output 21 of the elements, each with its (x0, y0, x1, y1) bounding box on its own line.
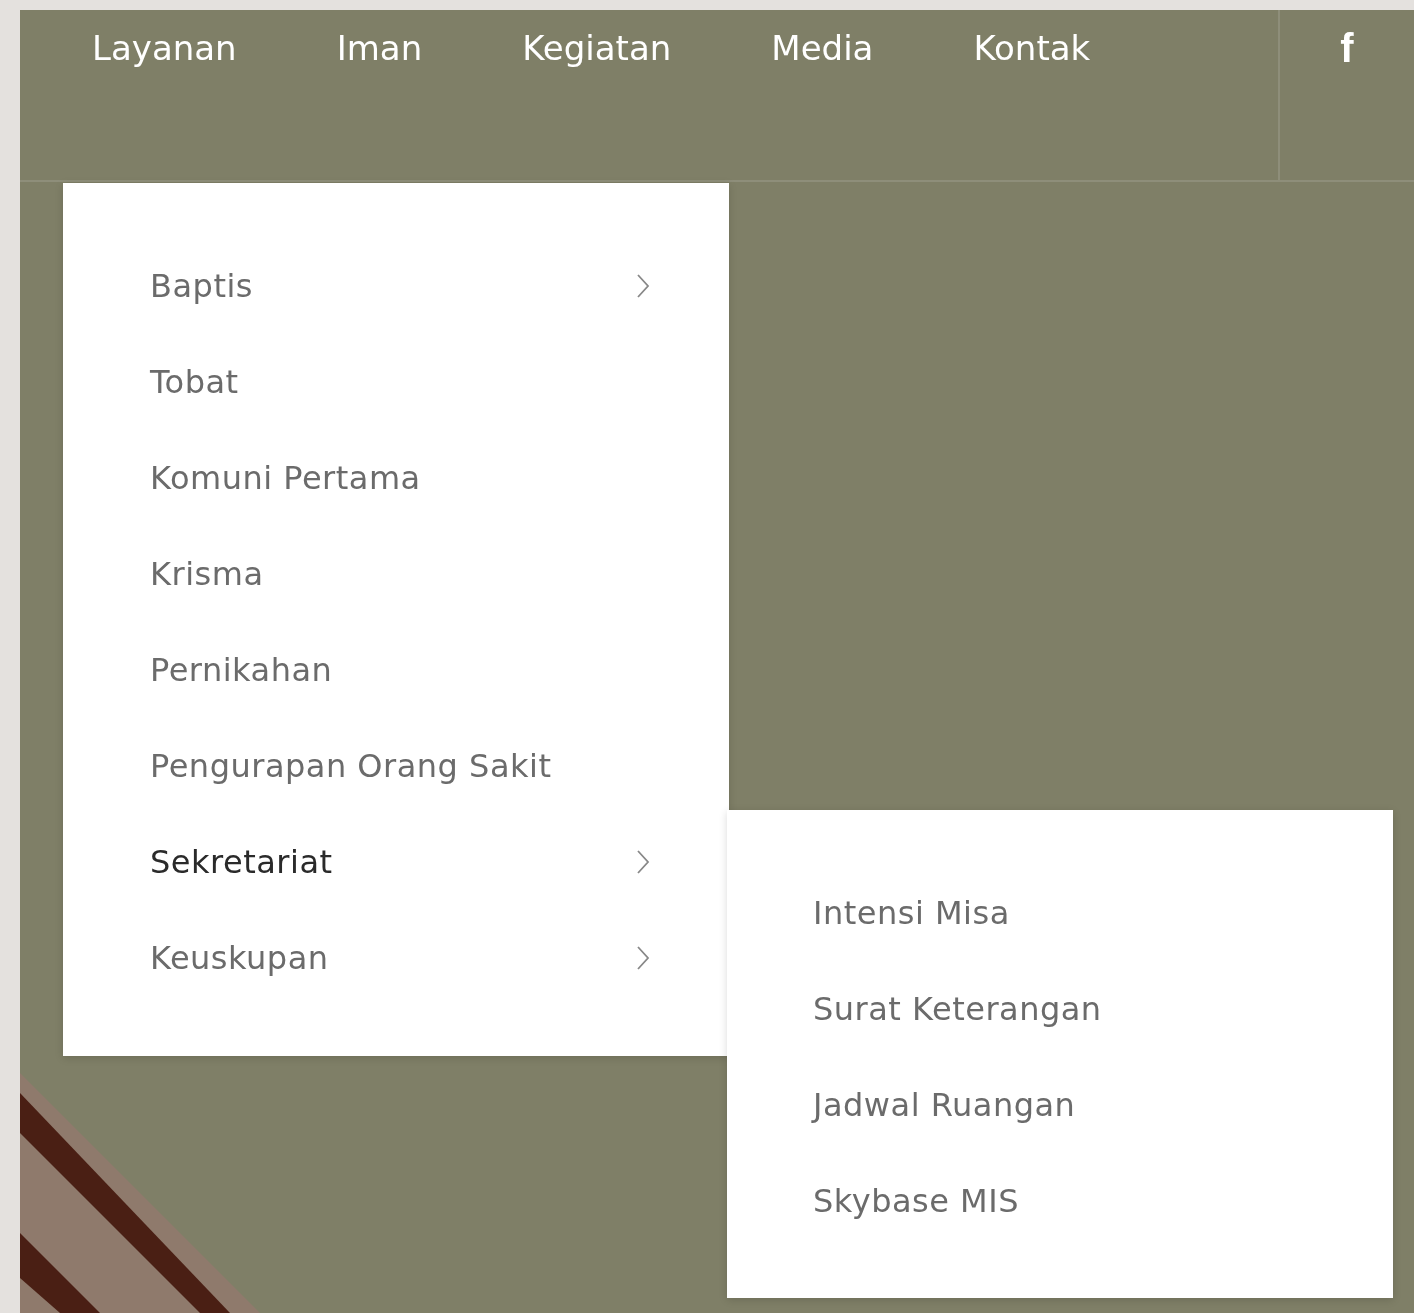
chevron-right-icon (636, 849, 650, 875)
menu-item[interactable]: Surat Keterangan (813, 961, 1313, 1057)
chevron-right-icon (636, 945, 650, 971)
nav-link[interactable]: Kegiatan (522, 28, 672, 68)
menu-item[interactable]: Pernikahan (150, 622, 650, 718)
menu-item[interactable]: Keuskupan (150, 910, 650, 1006)
menu-item[interactable]: Jadwal Ruangan (813, 1057, 1313, 1153)
facebook-icon[interactable]: f (1340, 26, 1354, 180)
menu-item[interactable]: Pengurapan Orang Sakit (150, 718, 650, 814)
menu-item[interactable]: Sekretariat (150, 814, 650, 910)
menu-item[interactable]: Komuni Pertama (150, 430, 650, 526)
nav-link[interactable]: Iman (336, 28, 423, 68)
menu-item[interactable]: Krisma (150, 526, 650, 622)
menu-item[interactable]: Tobat (150, 334, 650, 430)
nav-link[interactable]: Kontak (973, 28, 1091, 68)
menu-item[interactable]: Baptis (150, 238, 650, 334)
chevron-right-icon (636, 273, 650, 299)
nav-link[interactable]: Layanan (92, 28, 237, 68)
menu-item[interactable]: Skybase MIS (813, 1153, 1313, 1249)
nav-link[interactable]: Media (771, 28, 874, 68)
menu-item[interactable]: Intensi Misa (813, 865, 1313, 961)
